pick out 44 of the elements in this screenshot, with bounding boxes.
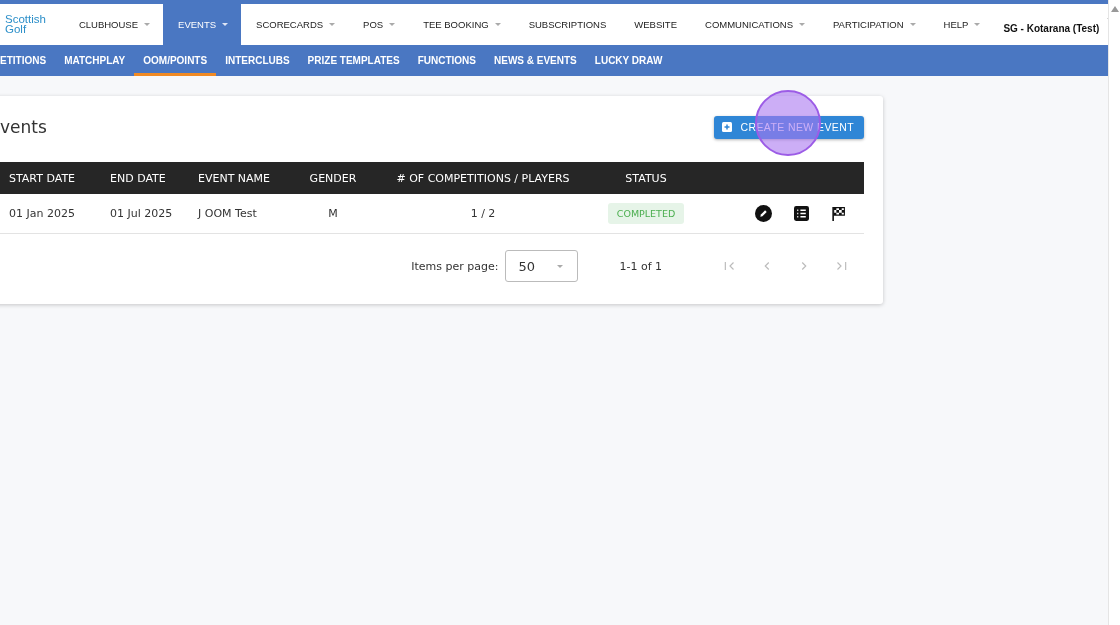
caret-icon [557, 264, 564, 268]
plus-square-icon [722, 122, 733, 132]
list-icon[interactable] [794, 206, 809, 221]
table-cell: J OOM Test [189, 194, 290, 234]
nav-tab[interactable]: SUBSCRIPTIONS [513, 4, 620, 45]
table-cell: 01 Jan 2025 [0, 194, 101, 234]
last-page-icon [834, 259, 848, 273]
nav-tab[interactable]: SCORECARDS [241, 4, 349, 45]
items-per-page-select[interactable]: 50 [505, 250, 579, 282]
subnav-tab[interactable]: OOM/POINTS [134, 45, 217, 76]
user-name[interactable]: SG - Kotarana (Test) [1003, 18, 1100, 34]
table-cell: 1 / 2 [376, 194, 590, 234]
column-header: START DATE [0, 162, 101, 194]
nav-tab[interactable]: HELP [928, 4, 994, 45]
nav-tab[interactable]: POS [348, 4, 409, 45]
nav-tab[interactable]: WEBSITE [619, 4, 690, 45]
column-header: # OF COMPETITIONS / PLAYERS [376, 162, 590, 194]
checkered-flag-icon[interactable] [831, 206, 846, 221]
subnav-tab[interactable]: PRIZE TEMPLATES [298, 45, 409, 76]
logo[interactable]: Scottish Golf [0, 4, 64, 45]
scroll-up-icon[interactable] [1110, 6, 1119, 12]
subnav-tab[interactable]: LUCKY DRAW [585, 45, 672, 76]
column-header: EVENT NAME [189, 162, 290, 194]
column-header: STATUS [590, 162, 702, 194]
table-cell: 01 Jul 2025 [101, 194, 189, 234]
nav-tab[interactable]: TEE BOOKING [408, 4, 514, 45]
subnav-tab[interactable]: NEWS & EVENTS [485, 45, 586, 76]
nav-tab[interactable]: EVENTS [163, 4, 242, 45]
edit-icon[interactable] [755, 205, 772, 222]
status-badge: COMPLETED [607, 203, 685, 224]
nav-tab[interactable]: PARTICIPATION [818, 4, 929, 45]
subnav-tab[interactable]: MATCHPLAY [55, 45, 135, 76]
column-header: END DATE [101, 162, 189, 194]
first-page-icon [723, 259, 737, 273]
items-per-page-label: Items per page: [411, 259, 499, 273]
page-range: 1-1 of 1 [619, 259, 662, 273]
subnav-tab[interactable]: FUNCTIONS [408, 45, 485, 76]
nav-tab[interactable]: COMMUNICATIONS [690, 4, 818, 45]
card-title: vents [0, 117, 47, 137]
subnav-tab[interactable]: INTERCLUBS [216, 45, 299, 76]
column-header: GENDER [290, 162, 376, 194]
nav-tab[interactable]: CLUBHOUSE [63, 4, 164, 45]
table-cell: M [290, 194, 376, 234]
subnav-tab[interactable]: ETITIONS [0, 45, 56, 76]
